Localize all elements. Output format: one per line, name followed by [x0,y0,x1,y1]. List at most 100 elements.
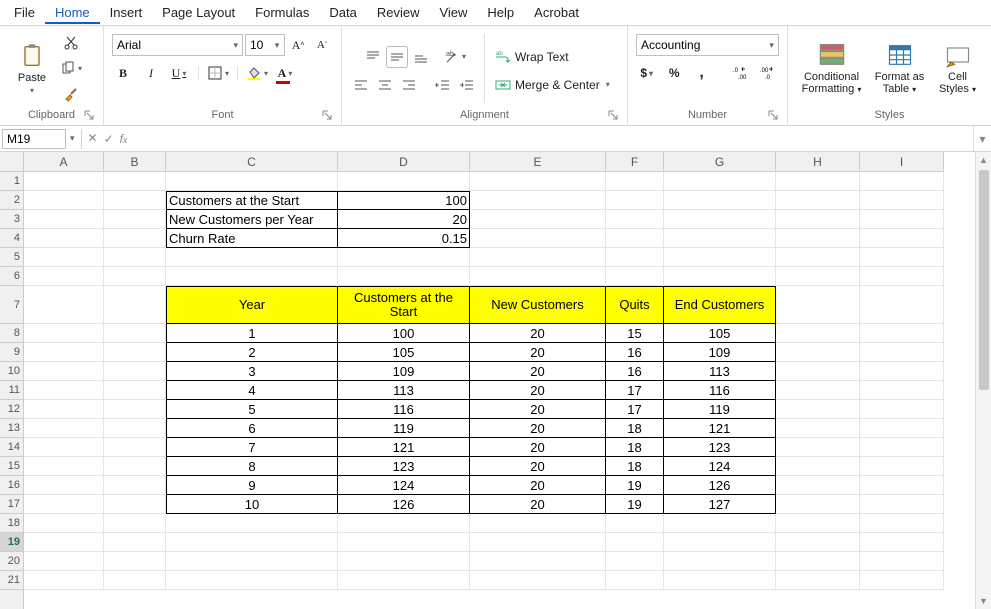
cell-E12[interactable]: 20 [470,400,606,419]
cell-I8[interactable] [860,324,944,343]
cell-B12[interactable] [104,400,166,419]
cell-I6[interactable] [860,267,944,286]
cell-I20[interactable] [860,552,944,571]
chevron-down-icon[interactable]: ▾ [765,40,778,51]
cell-B19[interactable] [104,533,166,552]
cell-H10[interactable] [776,362,860,381]
column-header-F[interactable]: F [606,152,664,171]
menu-page-layout[interactable]: Page Layout [152,1,245,24]
cell-C2[interactable]: Customers at the Start [166,191,338,210]
menu-insert[interactable]: Insert [100,1,153,24]
cell-I5[interactable] [860,248,944,267]
cell-A21[interactable] [24,571,104,590]
cell-E4[interactable] [470,229,606,248]
cell-D7[interactable]: Customers at the Start [338,286,470,324]
cell-C14[interactable]: 7 [166,438,338,457]
cell-A20[interactable] [24,552,104,571]
cell-G9[interactable]: 109 [664,343,776,362]
cell-E17[interactable]: 20 [470,495,606,514]
cell-C4[interactable]: Churn Rate [166,229,338,248]
cell-D18[interactable] [338,514,470,533]
cell-I15[interactable] [860,457,944,476]
cell-F20[interactable] [606,552,664,571]
row-header-6[interactable]: 6 [0,267,23,286]
cell-B18[interactable] [104,514,166,533]
cell-G3[interactable] [664,210,776,229]
cell-G7[interactable]: End Customers [664,286,776,324]
cell-D14[interactable]: 121 [338,438,470,457]
cell-C16[interactable]: 9 [166,476,338,495]
cell-B2[interactable] [104,191,166,210]
cell-B5[interactable] [104,248,166,267]
format-painter-button[interactable] [60,84,82,106]
cell-B17[interactable] [104,495,166,514]
align-top-button[interactable] [362,46,384,68]
cell-E7[interactable]: New Customers [470,286,606,324]
cell-G11[interactable]: 116 [664,381,776,400]
font-size-combo[interactable]: ▾ [245,34,285,56]
cell-H3[interactable] [776,210,860,229]
cell-I13[interactable] [860,419,944,438]
cell-E1[interactable] [470,172,606,191]
align-bottom-button[interactable] [410,46,432,68]
cell-F5[interactable] [606,248,664,267]
cell-F8[interactable]: 15 [606,324,664,343]
cell-C15[interactable]: 8 [166,457,338,476]
scroll-up-icon[interactable]: ▲ [976,152,991,168]
merge-center-button[interactable]: Merge & Center [491,74,614,96]
font-color-button[interactable]: A [274,62,296,84]
cell-E11[interactable]: 20 [470,381,606,400]
cell-H11[interactable] [776,381,860,400]
cell-I14[interactable] [860,438,944,457]
cells-area[interactable]: Customers at the Start100New Customers p… [24,172,944,609]
cell-E8[interactable]: 20 [470,324,606,343]
cell-H20[interactable] [776,552,860,571]
cell-F6[interactable] [606,267,664,286]
cell-G1[interactable] [664,172,776,191]
cell-G18[interactable] [664,514,776,533]
cell-I18[interactable] [860,514,944,533]
cell-B4[interactable] [104,229,166,248]
cell-B15[interactable] [104,457,166,476]
cell-A13[interactable] [24,419,104,438]
fill-color-button[interactable] [246,62,268,84]
cell-E14[interactable]: 20 [470,438,606,457]
row-header-3[interactable]: 3 [0,210,23,229]
row-header-15[interactable]: 15 [0,457,23,476]
cell-A9[interactable] [24,343,104,362]
cell-I9[interactable] [860,343,944,362]
cell-F12[interactable]: 17 [606,400,664,419]
cell-I7[interactable] [860,286,944,324]
cell-F7[interactable]: Quits [606,286,664,324]
cell-D4[interactable]: 0.15 [338,229,470,248]
cell-C8[interactable]: 1 [166,324,338,343]
cell-H14[interactable] [776,438,860,457]
cell-I11[interactable] [860,381,944,400]
increase-indent-button[interactable] [456,74,478,96]
cell-H2[interactable] [776,191,860,210]
number-format-combo[interactable]: ▾ [636,34,779,56]
cell-G10[interactable]: 113 [664,362,776,381]
cell-G5[interactable] [664,248,776,267]
bold-button[interactable]: B [112,62,134,84]
cell-A7[interactable] [24,286,104,324]
cell-C12[interactable]: 5 [166,400,338,419]
cell-D21[interactable] [338,571,470,590]
cell-E19[interactable] [470,533,606,552]
menu-formulas[interactable]: Formulas [245,1,319,24]
cell-F10[interactable]: 16 [606,362,664,381]
cell-G20[interactable] [664,552,776,571]
cell-H5[interactable] [776,248,860,267]
row-header-9[interactable]: 9 [0,343,23,362]
cell-H8[interactable] [776,324,860,343]
cell-D8[interactable]: 100 [338,324,470,343]
cell-A2[interactable] [24,191,104,210]
cell-I4[interactable] [860,229,944,248]
number-format-input[interactable] [637,35,765,55]
cell-G13[interactable]: 121 [664,419,776,438]
row-header-19[interactable]: 19 [0,533,23,552]
menu-review[interactable]: Review [367,1,430,24]
row-header-20[interactable]: 20 [0,552,23,571]
cell-I19[interactable] [860,533,944,552]
cell-I10[interactable] [860,362,944,381]
